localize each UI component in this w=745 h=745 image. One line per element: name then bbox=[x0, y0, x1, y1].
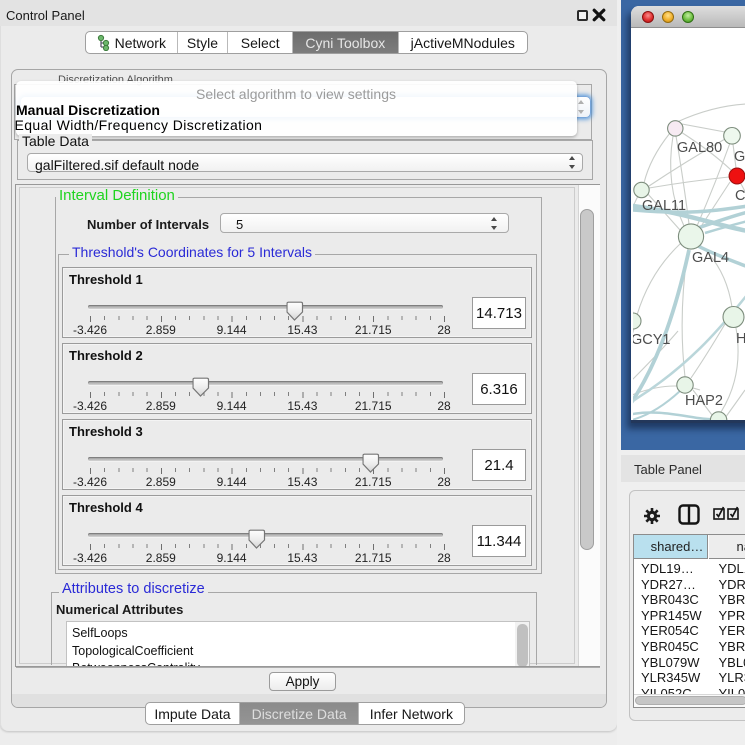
svg-text:C: C bbox=[735, 188, 745, 204]
svg-text:GAL80: GAL80 bbox=[677, 140, 722, 156]
svg-text:GCY1: GCY1 bbox=[633, 332, 671, 348]
svg-text:GAL4: GAL4 bbox=[692, 250, 729, 266]
svg-text:GA: GA bbox=[734, 149, 745, 165]
svg-text:GAL11: GAL11 bbox=[642, 198, 686, 214]
svg-text:HAP2: HAP2 bbox=[685, 393, 723, 409]
svg-text:H: H bbox=[736, 331, 745, 347]
